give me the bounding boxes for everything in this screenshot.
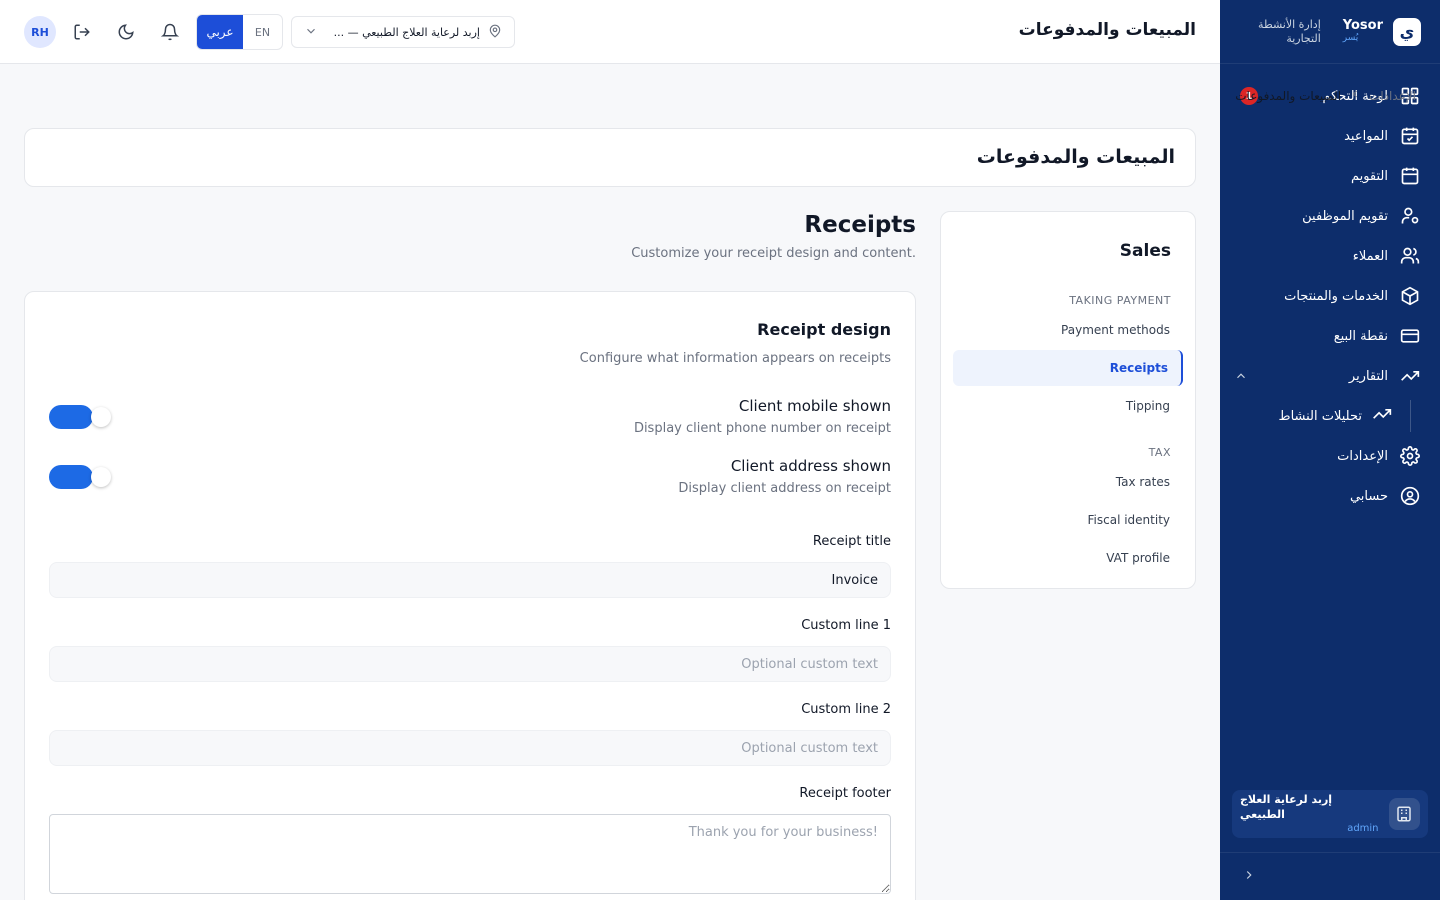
topbar-title: المبيعات والمدفوعات [1018,20,1196,40]
sidebar-item-label: تقويم الموظفين [1302,208,1388,224]
topbar: RH عربي EN إربد لرعاية العلاج الطبيعي — … [0,0,1220,64]
sidebar-item-label: الخدمات والمنتجات [1284,288,1388,304]
bell-icon[interactable] [160,22,180,42]
sidebar-item-services[interactable]: الخدمات والمنتجات [1220,276,1440,316]
nav-tipping[interactable]: Tipping [953,388,1183,424]
logout-icon[interactable] [72,22,92,42]
sales-settings-nav: Sales TAKING PAYMENT Payment methods Rec… [940,211,1196,589]
receipts-header: Receipts Customize your receipt design a… [631,212,916,261]
calendar-check-icon [1400,126,1420,146]
custom-line-2-input[interactable] [49,730,891,766]
moon-icon[interactable] [116,22,136,42]
sidebar-item-label: التقارير [1348,368,1388,384]
receipt-footer-label: Receipt footer [799,786,891,801]
breadcrumb-parent[interactable]: الإعدادات [1369,89,1416,103]
section-label-tax: TAX [1148,446,1171,459]
map-pin-icon [488,23,502,42]
toggle-label: Client address shown [730,457,891,475]
calendar-icon [1400,166,1420,186]
client-address-toggle[interactable] [49,465,111,491]
box-icon [1400,286,1420,306]
sidebar-nav: لوحة التحكم 1 المواعيد التقويم تقويم الم… [1220,64,1440,516]
brand-tagline: إدارة الأنشطة التجارية [1258,17,1321,45]
brand-name-ar: يُسر [1342,32,1359,43]
trending-up-icon [1400,366,1420,386]
toggle-description: Display client address on receipt [678,481,891,496]
sidebar-item-settings[interactable]: الإعدادات [1220,436,1440,476]
breadcrumb: الإعدادات المبيعات والمدفوعات [1235,88,1416,103]
sidebar-item-label: حسابي [1349,488,1388,504]
receipt-title-label: Receipt title [812,534,891,549]
toggle-row-client-address: Client address shown Display client addr… [49,457,891,501]
receipt-title-input[interactable] [49,562,891,598]
sidebar-item-reports[interactable]: التقارير [1220,356,1440,396]
sidebar-item-appointments[interactable]: المواعيد [1220,116,1440,156]
language-switcher: عربي EN [196,14,283,50]
sidebar-item-calendar[interactable]: التقويم [1220,156,1440,196]
receipts-subtitle: Customize your receipt design and conten… [631,246,916,261]
nav-vat-profile[interactable]: VAT profile [953,540,1183,576]
receipt-design-subtitle: Configure what information appears on re… [579,351,891,366]
org-role: admin [1347,822,1379,834]
chevron-up-icon[interactable] [1234,368,1248,387]
users-icon [1400,246,1420,266]
custom-line-1-input[interactable] [49,646,891,682]
location-value: إربد لرعاية العلاج الطبيعي — ... [333,25,480,39]
sales-nav-title: Sales [1119,241,1171,261]
breadcrumb-current: المبيعات والمدفوعات [1235,88,1342,103]
sidebar-item-account[interactable]: حسابي [1220,476,1440,516]
sidebar-item-label: الإعدادات [1337,448,1388,464]
client-mobile-toggle[interactable] [49,405,111,431]
sidebar: ي Yosor يُسر إدارة الأنشطة التجارية لوحة… [1220,0,1440,900]
page-header: المبيعات والمدفوعات [24,128,1196,187]
receipts-title: Receipts [804,212,916,238]
lang-ar-button[interactable]: عربي [197,15,243,49]
toggle-row-client-mobile: Client mobile shown Display client phone… [49,397,891,441]
page-title: المبيعات والمدفوعات [976,146,1175,168]
avatar[interactable]: RH [24,16,56,48]
brand-name: Yosor [1342,18,1383,34]
building-icon [1388,798,1420,830]
org-switcher[interactable]: إربد لرعاية العلاج الطبيعي admin [1232,790,1428,838]
location-select[interactable]: إربد لرعاية العلاج الطبيعي — ... [291,16,515,48]
org-name: إربد لرعاية العلاج الطبيعي [1240,793,1333,821]
nav-fiscal-identity[interactable]: Fiscal identity [953,502,1183,538]
chevron-down-icon [304,23,318,42]
user-circle-icon [1400,486,1420,506]
sidebar-item-label: تحليلات النشاط [1278,408,1362,424]
sidebar-item-pos[interactable]: نقطة البيع [1220,316,1440,356]
nav-receipts[interactable]: Receipts [953,350,1183,386]
sidebar-subitem-activity-analytics[interactable]: تحليلات النشاط [1220,396,1440,436]
sidebar-item-label: التقويم [1350,168,1388,184]
sidebar-item-clients[interactable]: العملاء [1220,236,1440,276]
custom-line-1-label: Custom line 1 [801,618,891,633]
receipt-design-card: Receipt design Configure what informatio… [24,291,916,900]
trending-up-icon [1372,404,1392,428]
toggle-description: Display client phone number on receipt [633,421,891,436]
section-label-taking-payment: TAKING PAYMENT [1069,294,1171,307]
sidebar-item-label: المواعيد [1344,128,1388,144]
receipt-footer-textarea[interactable] [49,814,891,894]
credit-card-icon [1400,326,1420,346]
nav-tax-rates[interactable]: Tax rates [953,464,1183,500]
nav-payment-methods[interactable]: Payment methods [953,312,1183,348]
lang-en-button[interactable]: EN [243,15,282,49]
chevron-right-icon[interactable] [1242,867,1256,886]
sidebar-item-label: نقطة البيع [1333,328,1388,344]
custom-line-2-label: Custom line 2 [801,702,891,717]
toggle-label: Client mobile shown [738,397,891,415]
sidebar-item-label: العملاء [1352,248,1388,264]
user-gear-icon [1400,206,1420,226]
chevron-left-icon [1349,88,1361,103]
brand[interactable]: ي Yosor يُسر إدارة الأنشطة التجارية [1220,0,1440,64]
sidebar-collapse[interactable] [1220,852,1440,900]
gear-icon [1400,446,1420,466]
receipt-design-title: Receipt design [757,320,891,339]
sidebar-item-staff-calendar[interactable]: تقويم الموظفين [1220,196,1440,236]
brand-logo: ي [1393,17,1421,46]
